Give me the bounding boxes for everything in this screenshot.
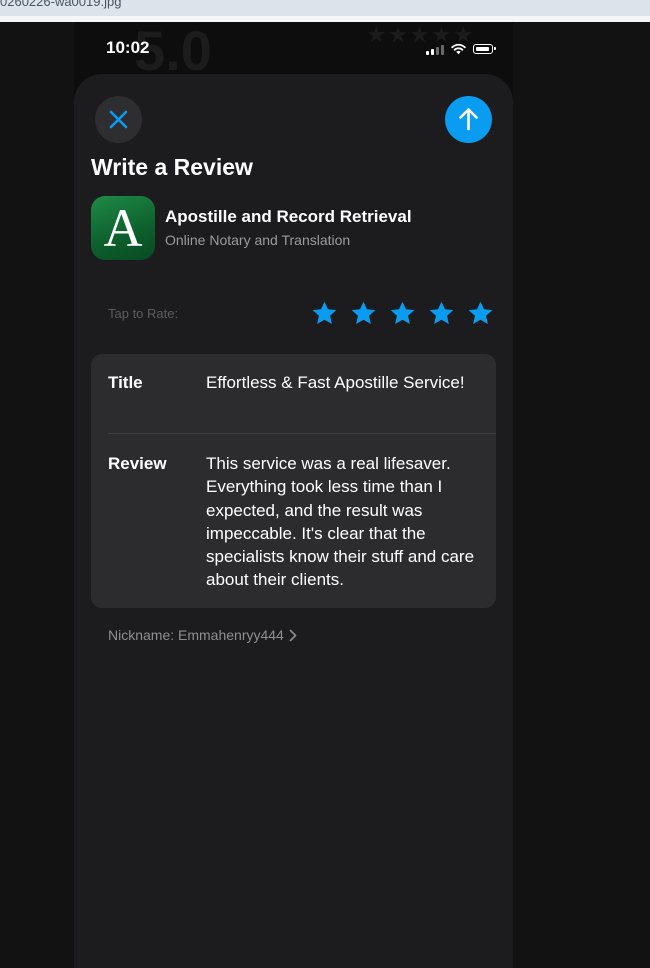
star-rating[interactable] <box>311 300 494 327</box>
star-icon[interactable] <box>467 300 494 327</box>
status-time: 10:02 <box>106 38 150 57</box>
app-icon-letter: A <box>103 198 143 258</box>
arrow-up-icon <box>459 108 478 131</box>
status-icons <box>426 42 496 56</box>
submit-review-button[interactable] <box>445 96 492 143</box>
form-divider <box>108 433 496 434</box>
write-review-sheet: Write a Review A Apostille and Record Re… <box>74 74 513 968</box>
star-icon[interactable] <box>428 300 455 327</box>
page-title: Write a Review <box>91 154 253 180</box>
review-label: Review <box>108 454 167 473</box>
star-icon[interactable] <box>350 300 377 327</box>
nickname-text: Nickname: Emmahenryy444 <box>108 627 284 643</box>
title-field[interactable]: Effortless & Fast Apostille Service! <box>206 371 486 394</box>
star-icon[interactable] <box>389 300 416 327</box>
chevron-right-icon <box>289 629 297 641</box>
wifi-icon <box>451 43 466 55</box>
review-form-card: Title Effortless & Fast Apostille Servic… <box>91 354 496 608</box>
title-label: Title <box>108 373 143 392</box>
image-viewer-bar: 0260226-wa0019.jpg <box>0 0 650 16</box>
star-icon[interactable] <box>311 300 338 327</box>
cellular-signal-icon <box>426 44 444 55</box>
close-icon <box>109 110 128 129</box>
app-icon: A <box>91 196 155 260</box>
viewer-filename: 0260226-wa0019.jpg <box>0 0 122 9</box>
battery-icon <box>473 44 496 54</box>
close-button[interactable] <box>95 96 142 143</box>
review-field[interactable]: This service was a real lifesaver. Every… <box>206 452 486 592</box>
app-name: Apostille and Record Retrieval <box>165 207 412 226</box>
nickname-link[interactable]: Nickname: Emmahenryy444 <box>108 627 297 643</box>
phone-screen: 5.0 ★★★★★ 10:02 Write a Review A Apostil… <box>74 22 513 968</box>
tap-to-rate-label: Tap to Rate: <box>108 306 179 321</box>
app-subtitle: Online Notary and Translation <box>165 232 351 248</box>
